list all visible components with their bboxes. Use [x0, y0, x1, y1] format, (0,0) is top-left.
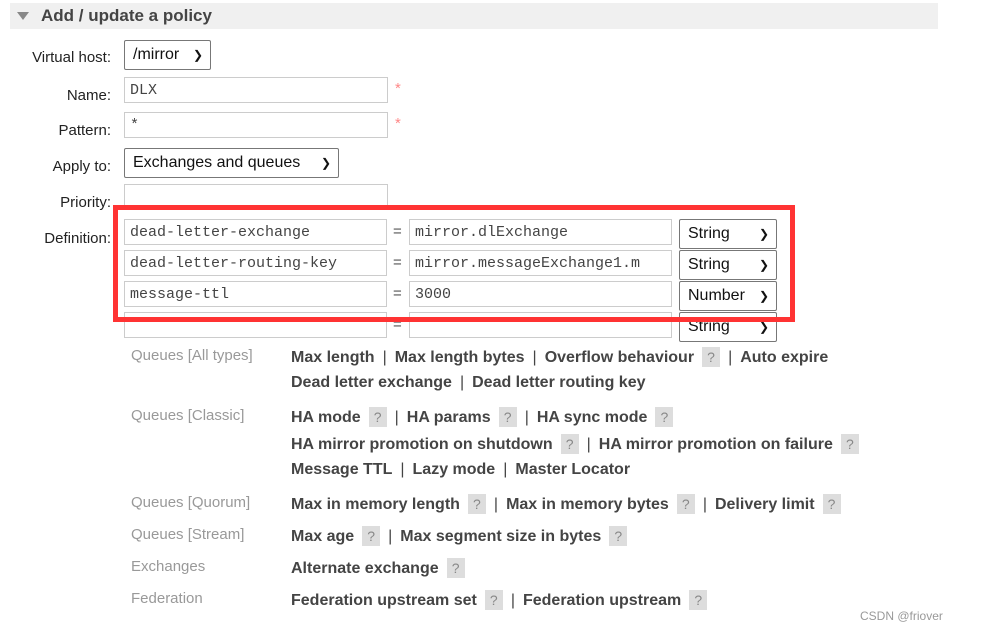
- collapse-triangle-icon[interactable]: [17, 12, 29, 20]
- help-link[interactable]: Federation upstream: [523, 592, 681, 609]
- apply-to-select[interactable]: Exchanges and queues ❯: [124, 148, 339, 178]
- help-question-icon[interactable]: ?: [609, 526, 628, 546]
- pattern-label: Pattern:: [58, 122, 111, 139]
- separator: |: [532, 349, 537, 366]
- required-mark: *: [395, 115, 401, 132]
- help-category: Queues [All types]: [131, 347, 253, 364]
- help-link[interactable]: Max in memory bytes: [506, 496, 669, 513]
- help-question-icon[interactable]: ?: [484, 590, 503, 610]
- help-line: Max in memory length? | Max in memory byte…: [291, 494, 841, 514]
- help-link[interactable]: Max length: [291, 349, 375, 366]
- watermark: CSDN @friover: [860, 609, 943, 623]
- help-question-icon[interactable]: ?: [655, 407, 674, 427]
- help-line: Max age? | Max segment size in bytes?: [291, 526, 628, 546]
- help-line: Max length | Max length bytes | Overflow beh…: [291, 347, 828, 367]
- help-question-icon[interactable]: ?: [702, 347, 721, 367]
- apply-to-label: Apply to:: [52, 158, 111, 175]
- chevron-down-icon: ❯: [192, 48, 203, 62]
- help-link[interactable]: Alternate exchange: [291, 560, 439, 577]
- help-line: Message TTL | Lazy mode | Master Locator: [291, 461, 630, 479]
- help-line: HA mirror promotion on shutdown? | HA mirr…: [291, 434, 859, 454]
- help-link[interactable]: Overflow behaviour: [545, 349, 694, 366]
- help-question-icon[interactable]: ?: [368, 407, 387, 427]
- help-category: Exchanges: [131, 558, 206, 575]
- chevron-down-icon: ❯: [320, 156, 331, 170]
- vhost-select[interactable]: /mirror ❯: [124, 40, 211, 70]
- help-question-icon[interactable]: ?: [822, 494, 841, 514]
- required-mark: *: [395, 80, 401, 97]
- help-link[interactable]: HA mirror promotion on shutdown: [291, 436, 553, 453]
- help-line: Dead letter exchange | Dead letter routing…: [291, 374, 645, 392]
- separator: |: [524, 409, 529, 426]
- help-link[interactable]: Delivery limit: [715, 496, 815, 513]
- separator: |: [459, 374, 465, 391]
- separator: |: [400, 461, 405, 478]
- section-header[interactable]: Add / update a policy: [10, 3, 938, 29]
- help-question-icon[interactable]: ?: [362, 526, 381, 546]
- help-category: Queues [Quorum]: [131, 494, 251, 511]
- help-link[interactable]: Auto expire: [740, 349, 828, 366]
- help-link[interactable]: Federation upstream set: [291, 592, 477, 609]
- pattern-input[interactable]: *: [124, 112, 388, 138]
- help-link[interactable]: Max age: [291, 528, 354, 545]
- name-label: Name:: [66, 87, 111, 104]
- help-link[interactable]: Max in memory length: [291, 496, 460, 513]
- help-link[interactable]: Lazy mode: [413, 461, 496, 478]
- help-link[interactable]: HA params: [407, 409, 491, 426]
- help-category: Federation: [131, 590, 203, 607]
- help-question-icon[interactable]: ?: [676, 494, 695, 514]
- separator: |: [503, 461, 508, 478]
- help-link[interactable]: Dead letter routing key: [472, 374, 645, 391]
- help-category: Queues [Stream]: [131, 526, 245, 543]
- separator: |: [702, 496, 707, 513]
- definition-label: Definition:: [44, 230, 111, 247]
- apply-to-value: Exchanges and queues: [133, 154, 301, 171]
- separator: |: [394, 409, 399, 426]
- help-link[interactable]: HA sync mode: [537, 409, 648, 426]
- section-title: Add / update a policy: [41, 6, 212, 25]
- vhost-label: Virtual host:: [32, 49, 111, 66]
- separator: |: [382, 349, 387, 366]
- vhost-value: /mirror: [133, 46, 180, 63]
- help-link[interactable]: Max length bytes: [395, 349, 525, 366]
- help-line: Federation upstream set? | Federation upst…: [291, 590, 708, 610]
- help-link[interactable]: Master Locator: [515, 461, 630, 478]
- help-line: HA mode? | HA params? | HA sync mode?: [291, 407, 674, 427]
- separator: |: [586, 436, 591, 453]
- help-link[interactable]: Message TTL: [291, 461, 392, 478]
- help-link[interactable]: Max segment size in bytes: [400, 528, 601, 545]
- help-link[interactable]: Dead letter exchange: [291, 374, 452, 391]
- name-input[interactable]: DLX: [124, 77, 388, 103]
- separator: |: [493, 496, 499, 513]
- priority-label: Priority:: [60, 194, 111, 211]
- help-question-icon[interactable]: ?: [446, 558, 465, 578]
- help-question-icon[interactable]: ?: [689, 590, 708, 610]
- separator: |: [388, 528, 393, 545]
- help-line: Alternate exchange?: [291, 558, 465, 578]
- separator: |: [510, 592, 515, 609]
- help-question-icon[interactable]: ?: [840, 434, 859, 454]
- help-question-icon[interactable]: ?: [498, 407, 517, 427]
- help-link[interactable]: HA mode: [291, 409, 361, 426]
- help-question-icon[interactable]: ?: [560, 434, 579, 454]
- help-link[interactable]: HA mirror promotion on failure: [599, 436, 833, 453]
- help-category: Queues [Classic]: [131, 407, 245, 424]
- help-question-icon[interactable]: ?: [467, 494, 486, 514]
- highlight-box: [113, 205, 795, 322]
- separator: |: [728, 349, 733, 366]
